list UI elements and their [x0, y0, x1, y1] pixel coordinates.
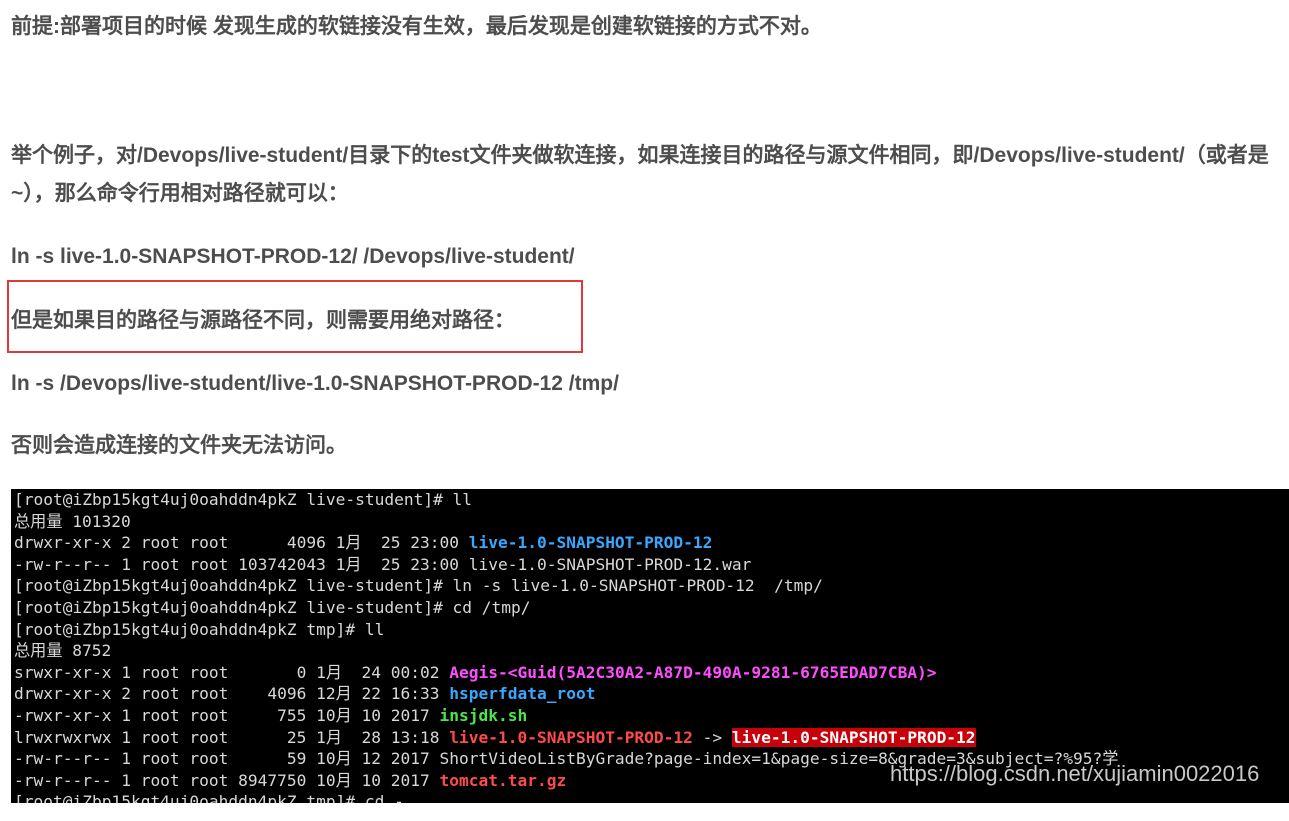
premise-paragraph: 前提:部署项目的时候 发现生成的软链接没有生效，最后发现是创建软链接的方式不对。: [11, 15, 822, 38]
file-info: -rw-r--r-- 1 root root 8947750 10月 10 20…: [14, 770, 440, 790]
terminal-line: drwxr-xr-x 2 root root 4096 12月 22 16:33…: [14, 683, 1289, 705]
dir-name: hsperfdata_root: [449, 684, 596, 704]
executable-name: insjdk.sh: [439, 705, 528, 725]
file-info: drwxr-xr-x 2 root root 4096 1月 25 23:00: [14, 533, 469, 553]
terminal-line: -rw-r--r-- 1 root root 103742043 1月 25 2…: [14, 554, 752, 574]
terminal-line: 总用量 101320: [14, 511, 131, 531]
terminal-line: [root@iZbp15kgt4uj0oahddn4pkZ live-stude…: [14, 597, 531, 617]
socket-name: Aegis-<Guid(5A2C30A2-A87D-490A-9281-6765…: [449, 662, 937, 682]
terminal-screenshot: [root@iZbp15kgt4uj0oahddn4pkZ live-stude…: [11, 489, 1289, 803]
file-info: drwxr-xr-x 2 root root 4096 12月 22 16:33: [14, 684, 450, 704]
file-info: lrwxrwxrwx 1 root root 25 1月 28 13:18: [14, 727, 450, 747]
terminal-line: [root@iZbp15kgt4uj0oahddn4pkZ live-stude…: [14, 576, 823, 596]
absolute-command: ln -s /Devops/live-student/live-1.0-SNAP…: [11, 372, 619, 395]
terminal-line: 总用量 8752: [14, 641, 112, 661]
archive-name: tomcat.tar.gz: [439, 770, 567, 790]
terminal-line: srwxr-xr-x 1 root root 0 1月 24 00:02 Aeg…: [14, 662, 1289, 684]
terminal-line: -rwxr-xr-x 1 root root 755 10月 10 2017 i…: [14, 705, 1289, 727]
dir-name: live-1.0-SNAPSHOT-PROD-12: [468, 533, 713, 553]
conclusion-paragraph: 否则会造成连接的文件夹无法访问。: [11, 434, 347, 457]
symlink-name: live-1.0-SNAPSHOT-PROD-12: [449, 727, 693, 747]
watermark: https://blog.csdn.net/xujiamin0022016: [890, 761, 1260, 786]
terminal-line: [root@iZbp15kgt4uj0oahddn4pkZ tmp]# ll: [14, 619, 385, 639]
example-paragraph: 举个例子，对/Devops/live-student/目录下的test文件夹做软…: [11, 144, 1269, 205]
file-info: -rwxr-xr-x 1 root root 755 10月 10 2017: [14, 705, 440, 725]
file-info: srwxr-xr-x 1 root root 0 1月 24 00:02: [14, 662, 450, 682]
terminal-line: [root@iZbp15kgt4uj0oahddn4pkZ tmp]# cd -: [14, 792, 404, 803]
relative-command: ln -s live-1.0-SNAPSHOT-PROD-12/ /Devops…: [11, 245, 575, 268]
terminal-line: drwxr-xr-x 2 root root 4096 1月 25 23:00 …: [14, 532, 1289, 554]
absolute-path-note: 但是如果目的路径与源路径不同，则需要用绝对路径：: [11, 309, 515, 332]
symlink-arrow: ->: [692, 727, 732, 747]
terminal-line: lrwxrwxrwx 1 root root 25 1月 28 13:18 li…: [14, 727, 1289, 749]
terminal-line: [root@iZbp15kgt4uj0oahddn4pkZ live-stude…: [14, 490, 473, 509]
broken-symlink-target: live-1.0-SNAPSHOT-PROD-12: [731, 727, 976, 747]
